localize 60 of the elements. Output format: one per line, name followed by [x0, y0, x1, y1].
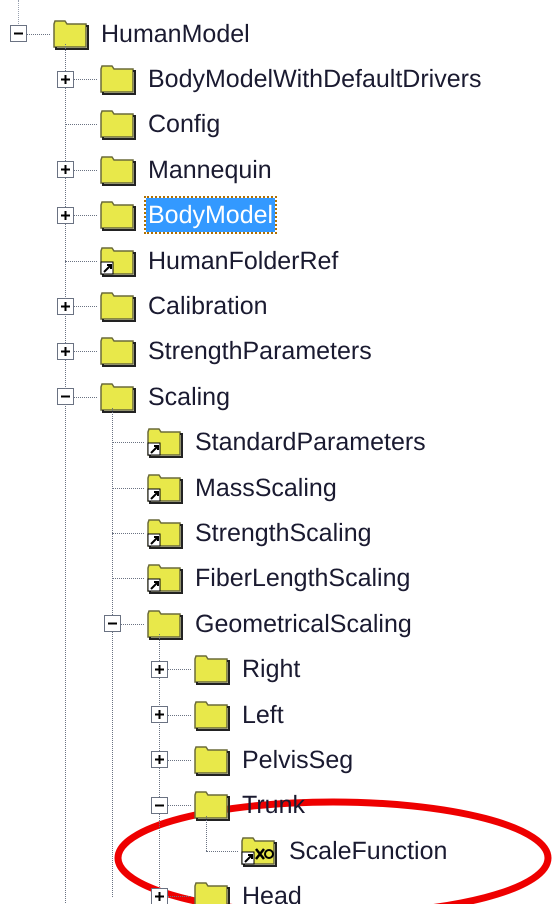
folder-icon [52, 18, 90, 50]
tree-item[interactable]: FiberLengthScaling [193, 561, 412, 596]
plus-icon [60, 74, 71, 85]
shortcut-folder-icon [146, 426, 184, 458]
collapse-toggle[interactable] [151, 796, 168, 814]
tree-item[interactable]: StrengthParameters [146, 334, 374, 368]
expand-toggle[interactable] [57, 342, 74, 360]
folder-icon [193, 744, 231, 776]
tree-item[interactable]: Scaling [146, 380, 232, 414]
tree-item[interactable]: ScaleFunction [287, 834, 450, 868]
expand-toggle[interactable] [57, 70, 74, 88]
tree-item[interactable]: Mannequin [146, 152, 274, 187]
tree-item[interactable]: GeometricalScaling [193, 606, 414, 641]
expand-toggle[interactable] [151, 706, 168, 724]
plus-icon [154, 890, 165, 902]
tree-item[interactable]: Head [240, 879, 304, 904]
plus-icon [60, 300, 71, 312]
folder-icon [193, 880, 231, 904]
expand-toggle[interactable] [151, 888, 168, 904]
plus-icon [154, 709, 165, 720]
shortcut-folder-icon [146, 562, 184, 594]
plus-icon [60, 210, 71, 221]
expand-toggle[interactable] [151, 660, 168, 678]
collapse-toggle[interactable] [10, 25, 27, 42]
tree-item[interactable]: MassScaling [193, 470, 339, 505]
collapse-toggle[interactable] [57, 388, 74, 406]
tree-item[interactable]: HumanModel [99, 16, 252, 51]
plus-icon [154, 664, 165, 675]
tree-item[interactable]: Config [146, 107, 222, 142]
tree-item[interactable]: Left [240, 698, 286, 732]
tree-item[interactable]: HumanFolderRef [146, 244, 340, 278]
tree-item[interactable]: Calibration [146, 289, 270, 324]
tree-item[interactable]: StrengthScaling [193, 516, 374, 550]
plus-icon [60, 164, 71, 176]
tree-item[interactable]: Right [240, 652, 302, 686]
folder-icon [193, 698, 231, 731]
tree-item[interactable]: PelvisSeg [240, 742, 356, 777]
shortcut-folder-icon [146, 516, 184, 549]
folder-icon [99, 335, 137, 368]
expand-toggle[interactable] [151, 751, 168, 768]
folder-icon [146, 608, 184, 640]
expand-toggle[interactable] [57, 206, 74, 224]
folder-icon [99, 380, 137, 413]
folder-icon [99, 199, 137, 232]
folder-icon [193, 653, 231, 686]
tree-item[interactable]: StandardParameters [193, 425, 428, 460]
folder-icon [193, 789, 231, 822]
plus-icon [60, 346, 71, 357]
folder-icon [99, 108, 137, 140]
tree-item[interactable]: BodyModelWithDefaultDrivers [146, 62, 484, 96]
function-folder-icon [240, 834, 278, 867]
folder-icon [99, 154, 137, 186]
folder-icon [99, 290, 137, 322]
shortcut-folder-icon [99, 244, 137, 277]
folder-icon [99, 63, 137, 96]
expand-toggle[interactable] [57, 298, 74, 315]
plus-icon [154, 754, 165, 766]
shortcut-folder-icon [146, 472, 184, 504]
collapse-toggle[interactable] [104, 615, 121, 632]
expand-toggle[interactable] [57, 161, 74, 178]
